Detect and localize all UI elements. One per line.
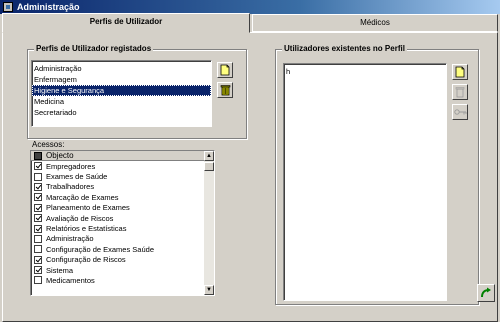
profile-list-item[interactable]: Higiene e Segurança [32, 85, 211, 96]
access-row: Relatórios e Estatísticas [31, 223, 214, 233]
password-button[interactable] [452, 104, 468, 120]
access-checkbox[interactable] [34, 266, 42, 275]
new-profile-button[interactable] [217, 62, 233, 78]
access-row-label: Relatórios e Estatísticas [46, 224, 127, 234]
access-row: Medicamentos [31, 275, 214, 285]
access-grid[interactable]: Objecto Empregadores Exames de Saúde Traba… [30, 150, 215, 296]
window-title: Administração [17, 2, 80, 12]
scroll-up-button[interactable]: ▲ [204, 151, 214, 161]
tab-perfis-de-utilizador[interactable]: Perfis de Utilizador [2, 13, 250, 33]
access-row-label: Empregadores [46, 161, 96, 171]
access-row: Avaliação de Riscos [31, 213, 214, 223]
access-checkbox[interactable] [34, 214, 42, 223]
access-row: Exames de Saúde [31, 171, 214, 181]
key-disabled-icon [453, 109, 466, 115]
tab-label: Médicos [360, 18, 390, 27]
access-row: Configuração de Riscos [31, 255, 214, 265]
trash-icon [220, 85, 230, 96]
access-row-label: Administração [46, 234, 94, 244]
profiles-caption: Perfis de Utilizador registados [34, 44, 154, 53]
access-checkbox[interactable] [34, 172, 42, 181]
access-checkbox[interactable] [34, 245, 42, 254]
access-grid-header: Objecto [31, 151, 214, 161]
access-checkbox[interactable] [34, 193, 42, 202]
access-row-label: Avaliação de Riscos [46, 213, 114, 223]
tab-panel: Perfis de Utilizador registados Administ… [2, 32, 498, 322]
app-icon [3, 2, 13, 12]
delete-profile-button[interactable] [217, 82, 233, 98]
refresh-button[interactable] [477, 284, 495, 302]
access-label: Acessos: [32, 140, 65, 149]
scroll-down-button[interactable]: ▼ [204, 285, 214, 295]
access-checkbox[interactable] [34, 255, 42, 264]
access-checkbox[interactable] [34, 162, 42, 171]
tab-label: Perfis de Utilizador [89, 17, 163, 26]
access-checkbox[interactable] [34, 276, 42, 285]
access-row-label: Marcação de Exames [46, 192, 119, 202]
add-user-button[interactable] [452, 64, 468, 80]
object-column-header: Objecto [46, 151, 74, 160]
access-row: Planeamento de Exames [31, 203, 214, 213]
access-row-label: Planeamento de Exames [46, 203, 130, 213]
trash-disabled-icon [455, 87, 465, 98]
access-row: Trabalhadores [31, 182, 214, 192]
header-select-icon [34, 151, 42, 160]
remove-user-button[interactable] [452, 84, 468, 100]
new-document-icon [220, 64, 230, 76]
access-row-label: Sistema [46, 265, 74, 275]
access-row: Sistema [31, 265, 214, 275]
access-checkbox[interactable] [34, 234, 42, 243]
access-checkbox[interactable] [34, 203, 42, 212]
access-row-label: Configuração de Riscos [46, 255, 126, 265]
profile-list-item[interactable]: Administração [32, 63, 211, 74]
access-row-label: Exames de Saúde [46, 172, 108, 182]
access-row: Empregadores [31, 161, 214, 171]
user-list-item[interactable]: h [284, 66, 446, 77]
profile-list-item[interactable]: Medicina [32, 96, 211, 107]
tab-medicos[interactable]: Médicos [252, 14, 498, 32]
title-bar: Administração [0, 0, 500, 14]
access-row: Configuração de Exames Saúde [31, 244, 214, 254]
scroll-thumb[interactable] [204, 162, 214, 171]
access-rows: Empregadores Exames de Saúde Trabalhadores… [31, 161, 214, 286]
access-checkbox[interactable] [34, 182, 42, 191]
access-row: Administração [31, 234, 214, 244]
access-row-label: Configuração de Exames Saúde [46, 244, 154, 254]
users-listbox[interactable]: h [283, 63, 447, 301]
profile-list-item[interactable]: Secretariado [32, 107, 211, 118]
access-scrollbar[interactable]: ▲ ▼ [204, 151, 214, 295]
access-row: Marcação de Exames [31, 192, 214, 202]
new-document-icon [455, 66, 465, 78]
profiles-listbox[interactable]: Administração Enfermagem Higiene e Seguran… [31, 60, 212, 127]
users-caption: Utilizadores existentes no Perfil [282, 44, 407, 53]
profile-list-item[interactable]: Enfermagem [32, 74, 211, 85]
access-row-label: Trabalhadores [46, 182, 95, 192]
access-row-label: Medicamentos [46, 275, 95, 285]
access-checkbox[interactable] [34, 224, 42, 233]
refresh-arrow-icon [481, 287, 491, 298]
